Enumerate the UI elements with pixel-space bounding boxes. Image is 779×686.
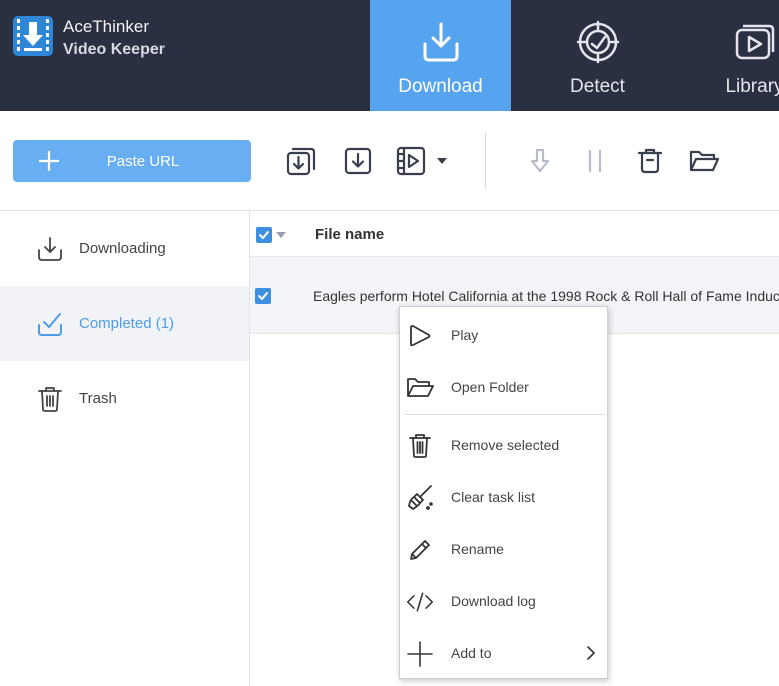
paste-url-label: Paste URL (106, 152, 180, 170)
broom-icon (408, 485, 433, 510)
open-folder-icon (689, 150, 720, 172)
chevron-right-icon (587, 646, 595, 660)
toolbar-divider (485, 133, 486, 189)
sidebar-item-trash[interactable]: Trash (0, 361, 249, 436)
tab-download[interactable]: Download (370, 0, 511, 111)
menu-item-play[interactable]: Play (400, 309, 607, 361)
app-logo-icon (13, 16, 53, 56)
menu-item-label: Add to (451, 645, 492, 661)
chevron-down-icon[interactable] (276, 231, 286, 239)
sidebar-item-completed[interactable]: Completed (1) (0, 286, 249, 361)
sidebar-item-label: Downloading (79, 240, 166, 257)
brand-name: AceThinker (63, 17, 149, 36)
table-header: File name (250, 211, 779, 257)
play-icon (410, 325, 431, 347)
menu-item-add-to[interactable]: Add to (400, 627, 607, 679)
menu-divider (404, 414, 605, 415)
menu-item-label: Play (451, 327, 479, 343)
menu-item-label: Clear task list (451, 489, 536, 505)
download-tray-icon (423, 22, 458, 62)
resume-all-icon (530, 148, 550, 173)
context-menu: Play Open Folder Remove selected Clear t… (399, 306, 608, 679)
video-convert-icon (396, 146, 426, 176)
completed-check-icon (38, 313, 62, 336)
code-icon (406, 592, 434, 612)
sidebar-item-downloading[interactable]: Downloading (0, 211, 249, 286)
tab-library[interactable]: Library (684, 0, 779, 111)
menu-item-download-log[interactable]: Download log (400, 575, 607, 627)
sidebar: Downloading Completed (1) Trash (0, 211, 250, 686)
toolbar: Paste URL (0, 111, 779, 211)
select-all-checkbox[interactable] (256, 227, 272, 243)
sidebar-item-label: Completed (1) (79, 315, 175, 332)
menu-item-label: Rename (451, 541, 504, 557)
download-icon (344, 147, 372, 175)
folder-icon (407, 378, 434, 397)
delete-all-icon (637, 148, 663, 174)
resume-all-button[interactable] (523, 144, 557, 178)
delete-all-button[interactable] (633, 144, 667, 178)
row-checkbox[interactable] (255, 288, 271, 304)
pencil-icon (410, 540, 430, 560)
tab-detect[interactable]: Detect (527, 0, 668, 111)
menu-item-rename[interactable]: Rename (400, 523, 607, 575)
checkmark-icon (259, 231, 269, 239)
menu-item-label: Download log (451, 593, 536, 609)
pause-all-button[interactable] (578, 144, 612, 178)
sidebar-item-label: Trash (79, 390, 117, 407)
chevron-down-icon (437, 158, 447, 164)
tab-detect-label: Detect (570, 76, 625, 97)
trash-icon (38, 387, 62, 412)
plus-icon (407, 641, 433, 667)
target-icon (576, 20, 619, 64)
brand-product: Video Keeper (63, 41, 165, 58)
download-tray-icon (38, 237, 62, 261)
trash-icon (409, 434, 431, 458)
video-convert-dropdown[interactable] (395, 144, 451, 178)
menu-item-remove-selected[interactable]: Remove selected (400, 419, 607, 471)
menu-item-open-folder[interactable]: Open Folder (400, 361, 607, 413)
batch-download-icon (286, 147, 316, 176)
file-name-cell: Eagles perform Hotel California at the 1… (313, 288, 779, 304)
tab-library-label: Library (725, 76, 779, 97)
open-folder-button[interactable] (687, 144, 721, 178)
download-button[interactable] (341, 144, 375, 178)
paste-url-button[interactable]: Paste URL (13, 140, 251, 182)
batch-download-button[interactable] (284, 144, 318, 178)
column-header-file-name[interactable]: File name (315, 226, 384, 243)
menu-item-clear-task-list[interactable]: Clear task list (400, 471, 607, 523)
tab-download-label: Download (398, 76, 483, 97)
pause-all-icon (588, 149, 602, 173)
checkmark-icon (258, 292, 268, 300)
video-library-icon (735, 24, 774, 60)
app-header: AceThinker Video Keeper Download Detect … (0, 0, 779, 111)
menu-item-label: Remove selected (451, 437, 560, 453)
menu-item-label: Open Folder (451, 379, 529, 395)
